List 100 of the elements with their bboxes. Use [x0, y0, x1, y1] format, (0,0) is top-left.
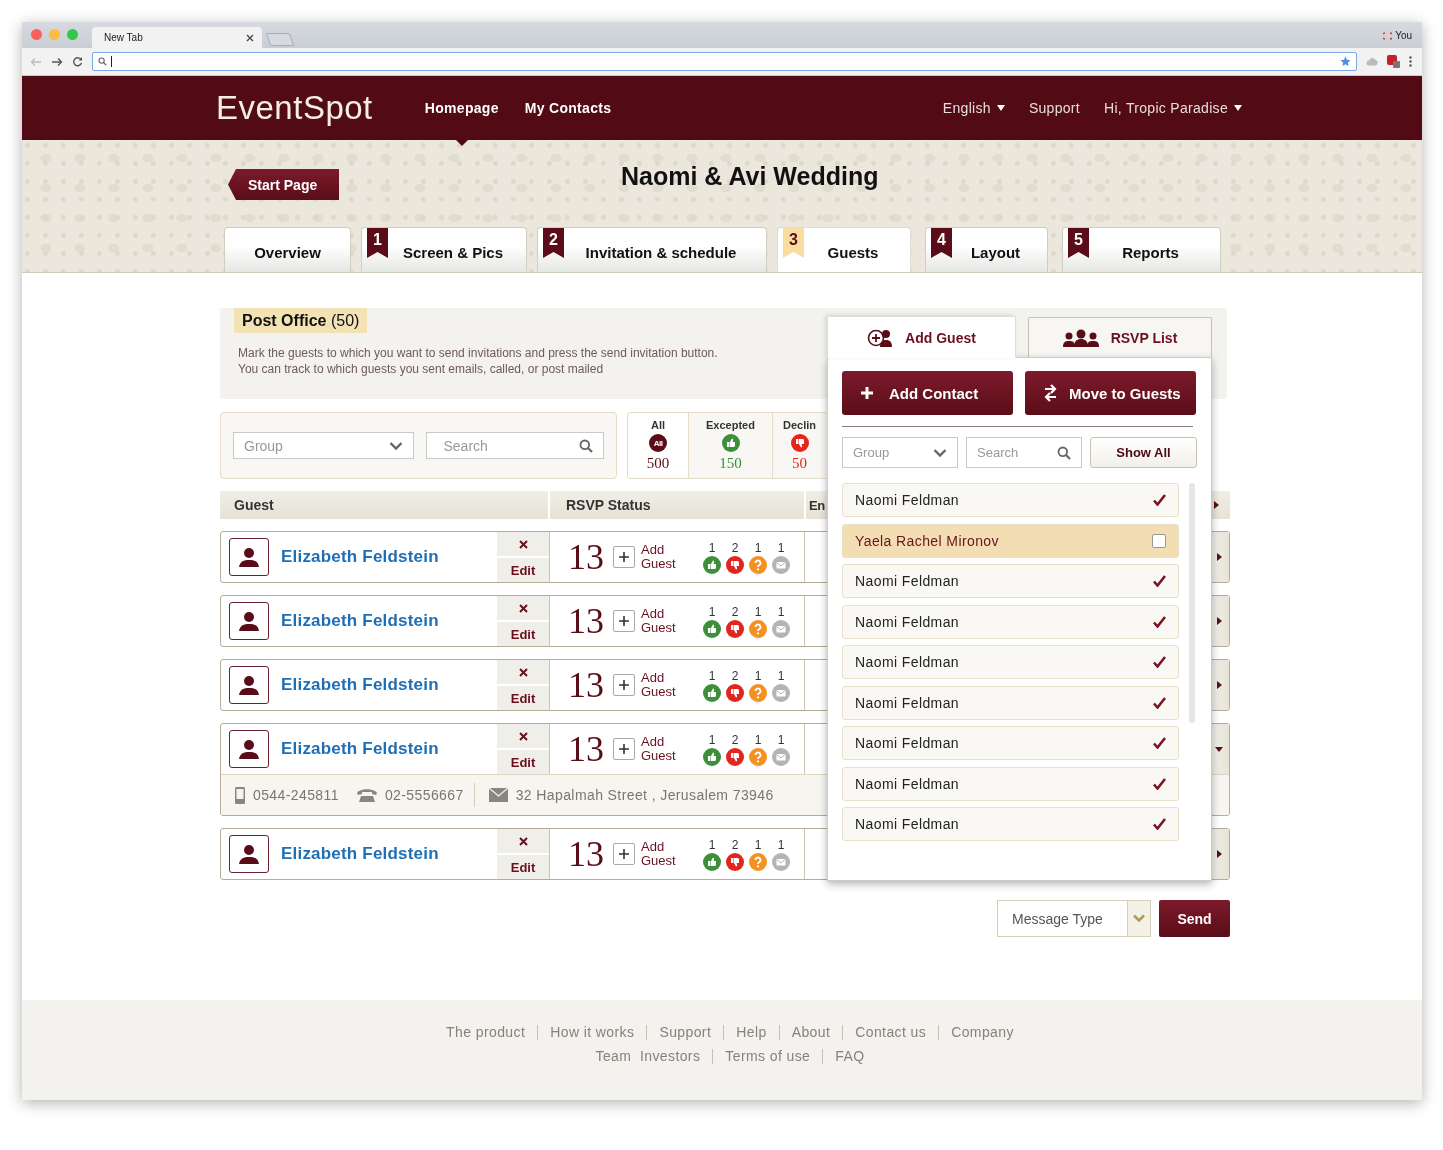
step-tab[interactable]: 4 Layout [925, 227, 1048, 272]
star-icon[interactable] [1340, 56, 1351, 67]
rsvp-count: 2 [731, 668, 739, 683]
add-guest-button[interactable] [613, 843, 635, 865]
user-menu[interactable]: Hi, Tropic Paradise [1104, 100, 1242, 116]
guest-name-link[interactable]: Elizabeth Feldstein [281, 844, 439, 864]
nav-link[interactable]: My Contacts [524, 100, 612, 116]
browser-tab[interactable]: New Tab [92, 27, 262, 48]
nav-link[interactable]: Homepage [424, 100, 499, 116]
footer-link[interactable]: Terms of use [725, 1048, 811, 1064]
add-contact-button[interactable]: Add Contact [842, 371, 1013, 415]
stat-tab[interactable]: All All 500 [628, 413, 689, 478]
contact-item[interactable]: Naomi Feldman [842, 807, 1179, 841]
checkmark-icon[interactable] [1153, 777, 1166, 790]
rsvp-count: 1 [777, 604, 785, 619]
reload-icon[interactable] [72, 56, 83, 67]
add-guest-link[interactable]: Add Guest [641, 735, 681, 763]
delete-button[interactable] [497, 596, 549, 620]
contact-item[interactable]: Naomi Feldman [842, 564, 1179, 598]
checkmark-icon[interactable] [1153, 494, 1166, 506]
profile-button[interactable]: You [1383, 30, 1412, 41]
scrollbar[interactable] [1189, 483, 1195, 723]
message-type-dropdown[interactable]: Message Type [997, 900, 1151, 937]
send-button[interactable]: Send [1159, 900, 1230, 937]
move-to-guests-button[interactable]: Move to Guests [1025, 371, 1196, 415]
add-guest-link[interactable]: Add Guest [641, 840, 681, 868]
contact-item[interactable]: Naomi Feldman [842, 766, 1179, 801]
close-icon [518, 603, 528, 613]
guest-name-link[interactable]: Elizabeth Feldstein [281, 547, 439, 567]
guest-name-link[interactable]: Elizabeth Feldstein [281, 611, 439, 631]
start-page-button[interactable]: Start Page [228, 169, 340, 200]
guest-name-link[interactable]: Elizabeth Feldstein [281, 739, 439, 759]
forward-icon[interactable] [51, 56, 63, 67]
description: Mark the guests to which you want to send invitations and press the send invitation button. You can track to which guests you sent emails, called, or post mailed [238, 345, 719, 377]
rsvp-count: 2 [731, 732, 739, 747]
step-tab[interactable]: 5 Reports [1062, 227, 1221, 272]
delete-button[interactable] [497, 724, 549, 748]
step-tab[interactable]: 2 Invitation & schedule [537, 227, 767, 272]
caret-right-icon[interactable] [1216, 850, 1222, 858]
footer-link[interactable]: How it works [550, 1024, 635, 1040]
delete-button[interactable] [497, 532, 549, 556]
edit-button[interactable]: Edit [497, 855, 549, 879]
footer-link[interactable]: The product [446, 1024, 526, 1040]
avatar-icon [229, 666, 269, 704]
add-guest-button[interactable] [613, 610, 635, 632]
close-icon[interactable] [246, 33, 254, 42]
delete-button[interactable] [497, 660, 549, 684]
caret-down-icon[interactable] [1215, 746, 1223, 752]
search-icon [579, 438, 593, 453]
footer-link[interactable]: Company [951, 1024, 1014, 1040]
contact-item[interactable]: Naomi Feldman [842, 726, 1179, 760]
footer-link[interactable]: About [791, 1024, 831, 1040]
support-link[interactable]: Support [1028, 100, 1081, 116]
contact-item[interactable]: Naomi Feldman [842, 483, 1179, 517]
checkmark-icon[interactable] [1153, 575, 1166, 587]
footer-link[interactable]: Contact us [855, 1024, 927, 1040]
stat-tab[interactable]: Declin 50 [773, 413, 826, 478]
contact-item[interactable]: Naomi Feldman [842, 685, 1179, 720]
step-tab[interactable]: Overview [224, 227, 351, 272]
step-tab[interactable]: 1 Screen & Pics [361, 227, 527, 272]
rsvp-count: 2 [731, 837, 739, 852]
checkmark-icon[interactable] [1153, 696, 1166, 709]
checkbox[interactable] [1152, 533, 1166, 548]
extension-icon[interactable] [1387, 55, 1400, 68]
step-tab[interactable]: 3 Guests [777, 227, 911, 272]
caret-right-icon[interactable] [1216, 681, 1222, 689]
envelope-icon [772, 747, 790, 766]
contact-item[interactable]: Yaela Rachel Mironov [842, 523, 1179, 558]
caret-right-icon[interactable] [1216, 617, 1222, 625]
caret-right-icon[interactable] [1216, 553, 1222, 561]
language-menu[interactable]: English [942, 100, 1005, 116]
checkmark-icon[interactable] [1153, 737, 1166, 749]
add-guest-button[interactable] [613, 738, 635, 760]
logo[interactable]: EventSpot [216, 89, 373, 127]
edit-button[interactable]: Edit [497, 686, 549, 710]
footer-link[interactable]: Team Investors [595, 1048, 701, 1064]
contact-item[interactable]: Naomi Feldman [842, 645, 1179, 679]
menu-icon[interactable] [1409, 56, 1412, 67]
plus-icon [619, 616, 629, 626]
checkmark-icon[interactable] [1153, 818, 1166, 830]
show-all-button[interactable]: Show All [1090, 437, 1197, 468]
checkmark-icon[interactable] [1153, 656, 1166, 668]
panel-tab[interactable]: RSVP List [1028, 317, 1212, 357]
checkmark-icon[interactable] [1153, 615, 1166, 628]
close-icon [518, 836, 528, 846]
edit-button[interactable]: Edit [497, 622, 549, 646]
avatar-icon [229, 730, 269, 768]
add-guest-link[interactable]: Add Guest [641, 607, 681, 635]
add-guest-link[interactable]: Add Guest [641, 671, 681, 699]
add-guest-button[interactable] [613, 546, 635, 568]
stat-tab[interactable]: Excepted 150 [689, 413, 773, 478]
panel-tab[interactable]: Add Guest [827, 316, 1016, 358]
guest-name-link[interactable]: Elizabeth Feldstein [281, 675, 439, 695]
edit-button[interactable]: Edit [497, 558, 549, 582]
edit-button[interactable]: Edit [497, 750, 549, 774]
add-guest-link[interactable]: Add Guest [641, 543, 681, 571]
footer-link[interactable]: Support [659, 1024, 712, 1040]
add-guest-button[interactable] [613, 674, 635, 696]
contact-item[interactable]: Naomi Feldman [842, 604, 1179, 639]
delete-button[interactable] [497, 829, 549, 853]
